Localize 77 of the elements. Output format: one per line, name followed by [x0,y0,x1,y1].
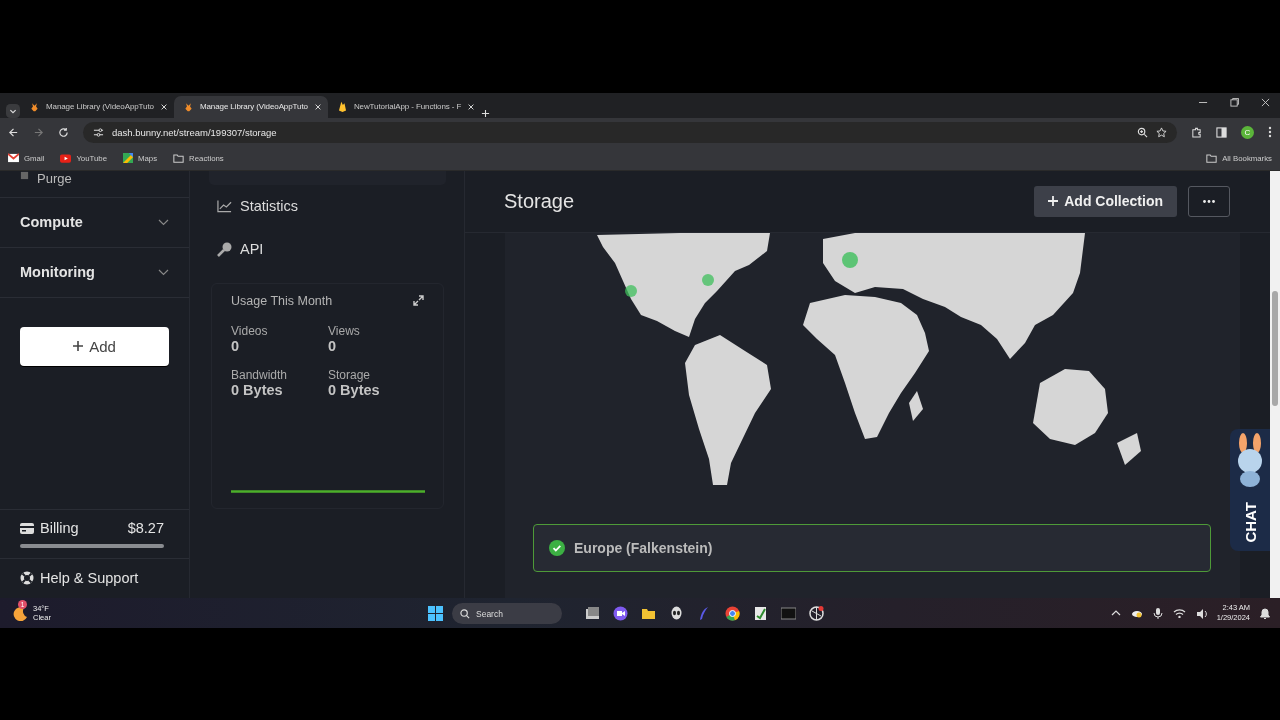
browser-tab[interactable]: Manage Library (VideoAppTuto [173,95,328,118]
card-icon [20,522,34,534]
search-field[interactable]: Search [452,603,562,624]
flame-icon [336,101,348,113]
window-icon[interactable] [585,606,600,621]
billing-amount: $8.27 [127,520,164,536]
billing-link[interactable]: Billing [40,520,79,536]
terminal-icon[interactable] [781,606,796,621]
stat-value: 0 Bytes [231,381,284,398]
expand-icon[interactable] [413,295,424,307]
map-icon [123,153,133,164]
stat-label: Views [328,323,361,338]
scrollbar[interactable] [1270,170,1280,598]
search-icon [460,608,470,619]
play-icon [60,153,72,163]
windows-icon[interactable] [428,606,443,621]
close-icon[interactable] [1261,97,1270,107]
camera-icon[interactable] [613,606,628,621]
address-bar[interactable]: dash.bunny.net/stream/199307/storage [83,121,1177,143]
stat-value: 0 Bytes [328,381,381,398]
nav-item[interactable]: API [211,227,444,271]
key-icon [217,241,232,257]
new-tab-icon[interactable] [481,108,491,118]
dropdown-icon[interactable] [6,103,20,118]
add-button[interactable]: Add [20,326,169,366]
stat-label: Storage [328,367,372,382]
line-chart-icon [217,199,232,214]
extensions-icon[interactable] [1191,126,1202,138]
ellipsis-icon [1203,199,1215,203]
sidebar-group[interactable]: Compute [0,197,189,248]
site-settings-icon[interactable] [93,126,104,138]
help-link[interactable]: Help & Support [40,569,139,586]
stat-value: 0 [231,337,241,354]
close-icon[interactable] [313,102,322,111]
page-title: Storage [504,189,575,213]
star-icon[interactable] [1156,126,1167,138]
url-text: dash.bunny.net/stream/199307/storage [112,126,278,138]
plus-icon [73,341,84,352]
chrome-icon[interactable] [725,606,740,621]
folder-icon[interactable] [641,606,656,621]
browser-tab[interactable]: Manage Library (VideoAppTuto [20,95,174,118]
folder-icon [173,153,185,164]
bunny-icon [29,101,40,113]
mail-icon [8,153,19,164]
spreadsheet-icon[interactable] [753,606,768,621]
browser-tab[interactable]: NewTutorialApp - Functions - F [327,95,482,118]
close-icon[interactable] [159,102,168,111]
sidebar-link[interactable]: Purge [37,170,72,186]
card-title: Usage This Month [231,293,333,308]
zoom-icon[interactable] [1137,126,1148,138]
wifi-icon[interactable] [1172,608,1186,618]
stat-value: 0 [328,337,338,354]
chat-tab[interactable]: CHAT [1230,428,1270,551]
sidebar-group[interactable]: Monitoring [0,247,189,298]
folder-icon [1206,153,1218,164]
moon-icon[interactable] [12,605,28,621]
menu-icon[interactable] [1268,126,1272,139]
stat-label: Videos [231,323,269,338]
alien-icon[interactable] [669,606,684,621]
region-card[interactable]: Europe (Falkenstein) [533,523,1211,572]
lifebuoy-icon [20,570,34,585]
reload-icon[interactable] [58,126,69,138]
add-collection-button[interactable]: Add Collection [1034,185,1177,217]
nav-item[interactable]: Statistics [211,184,444,228]
stat-label: Bandwidth [231,367,289,382]
page-icon [20,170,29,180]
forward-icon[interactable] [33,126,44,138]
check-circle-icon [549,539,565,556]
bell-icon[interactable] [1260,607,1270,619]
chevron-up-icon[interactable] [1110,609,1121,617]
close-icon[interactable] [467,102,476,111]
microphone-icon[interactable] [1152,607,1163,619]
restore-icon[interactable] [1230,97,1239,107]
speaker-icon[interactable] [1195,607,1207,619]
side-panel-icon[interactable] [1216,126,1227,138]
plus-icon [1048,196,1059,207]
back-icon[interactable] [8,126,19,138]
